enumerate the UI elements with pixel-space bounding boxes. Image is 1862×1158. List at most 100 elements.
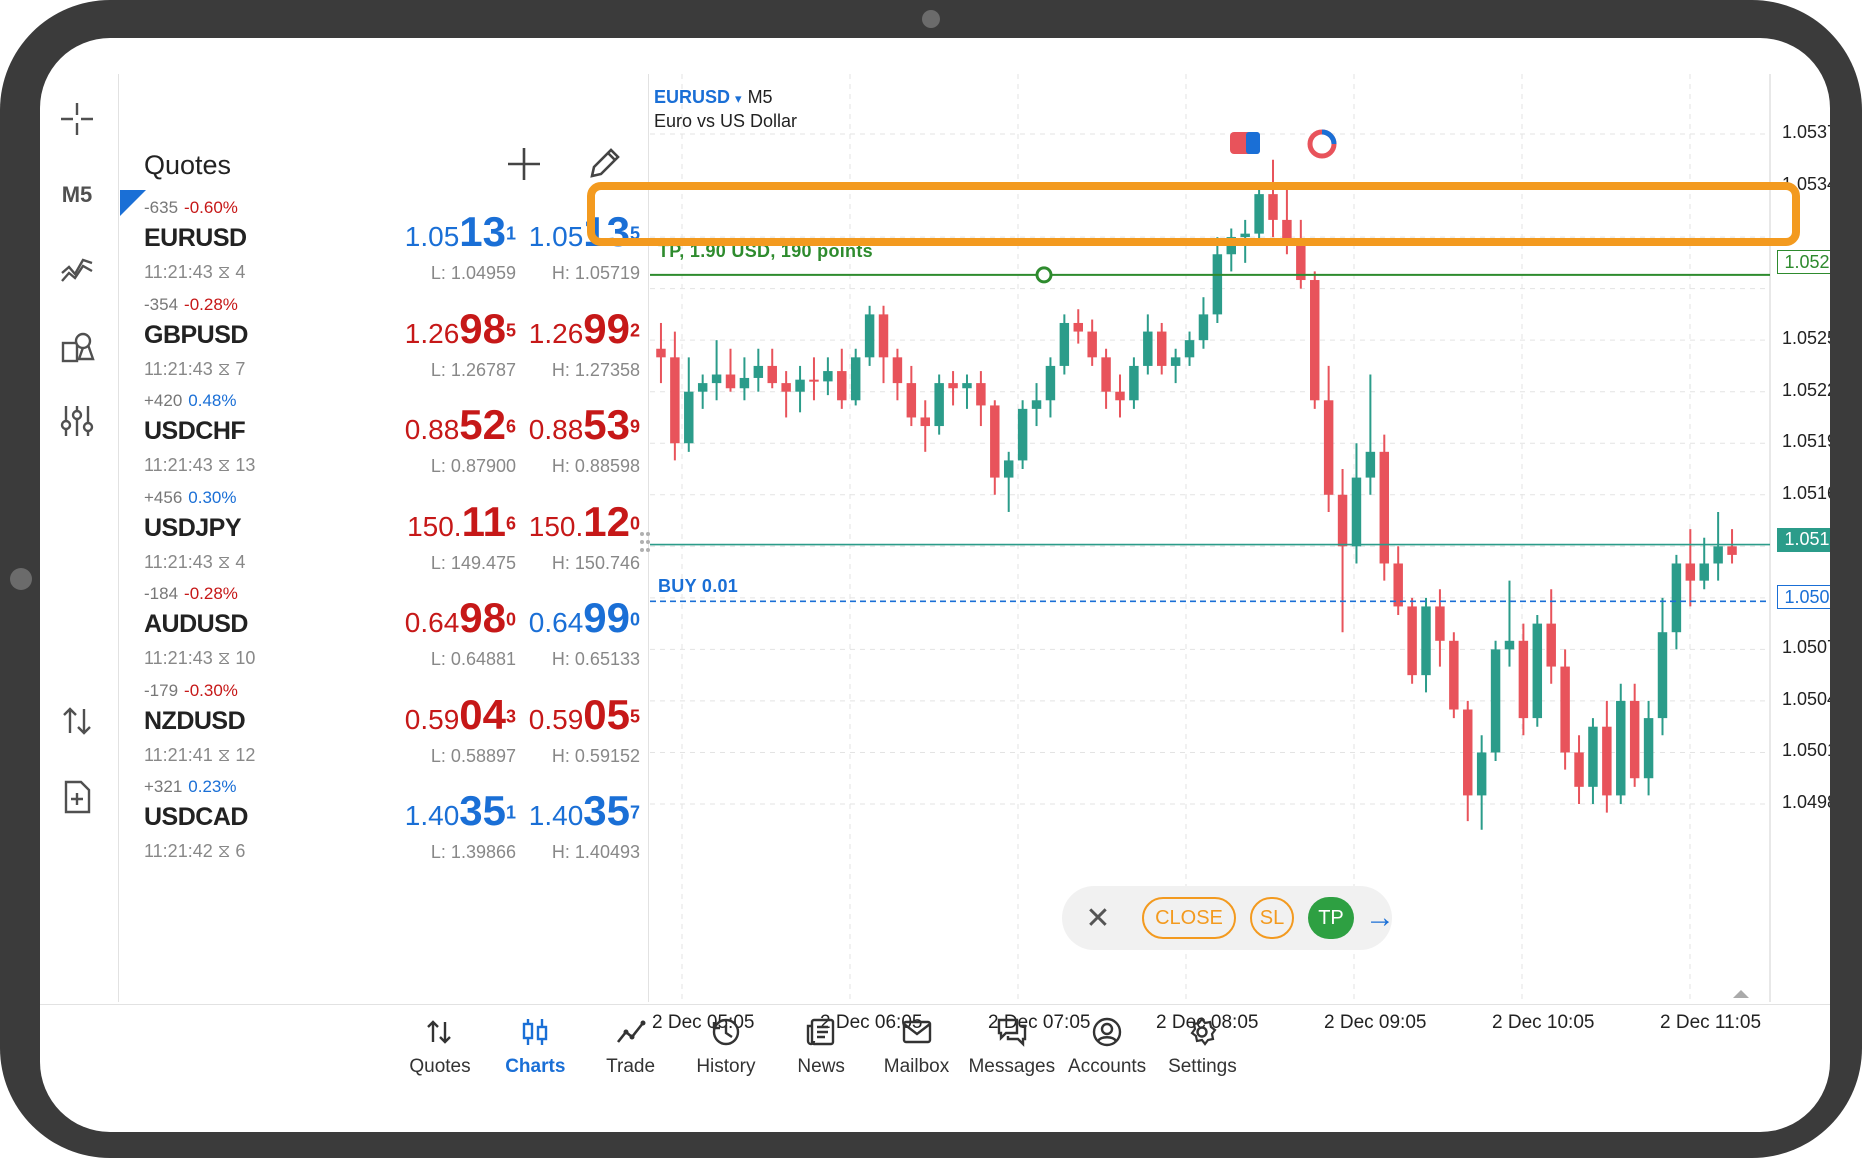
- nav-accounts[interactable]: Accounts: [1052, 1016, 1162, 1096]
- x-tick-label: 2 Dec 09:05: [1324, 1012, 1427, 1033]
- candle-body: [1449, 640, 1459, 710]
- close-icon[interactable]: ✕: [1080, 897, 1116, 939]
- close-position-button[interactable]: CLOSE: [1142, 897, 1236, 939]
- quote-high: H: 0.88598: [551, 456, 640, 476]
- chart-symbol-title[interactable]: EURUSD ▾ M5: [654, 87, 773, 108]
- nav-charts[interactable]: Charts: [480, 1016, 590, 1096]
- ask-price-pips: 99: [583, 304, 630, 352]
- quote-row-usdcad[interactable]: +321 0.23% USDCAD 11:21:42 ⧖ 6 1.40351 1.4035…: [120, 777, 650, 892]
- nav-messages[interactable]: Messages: [957, 1016, 1067, 1096]
- candle-body: [1546, 623, 1556, 667]
- chart-symbol: EURUSD: [654, 87, 731, 107]
- candle-body: [1504, 640, 1515, 650]
- candle-body: [1101, 357, 1111, 392]
- quote-high: H: 1.40493: [551, 842, 640, 862]
- candle-body: [697, 383, 708, 392]
- home-button[interactable]: [10, 568, 32, 590]
- bid-price-fraction: 0: [505, 609, 516, 630]
- quote-change-points: -184: [144, 584, 179, 603]
- nav-history[interactable]: History: [671, 1016, 781, 1096]
- bid-price-pips: 52: [459, 401, 506, 448]
- candle-body: [781, 383, 791, 392]
- quote-low: L: 149.475: [430, 552, 516, 573]
- quote-change-percent: -0.28%: [184, 584, 238, 603]
- quote-change-percent: -0.28%: [184, 294, 238, 314]
- ask-price: 0.59055: [529, 691, 640, 739]
- y-tick-label: 1.05160: [1782, 482, 1830, 503]
- x-tick-label: 2 Dec 11:05: [1660, 1012, 1762, 1033]
- bid-price-fraction: 6: [505, 416, 516, 437]
- candle-body: [962, 383, 972, 389]
- accounts-icon: [1092, 1017, 1122, 1047]
- settings-sliders-icon[interactable]: [52, 396, 102, 446]
- candle-body: [1435, 606, 1445, 641]
- bid-price: 1.40351: [405, 787, 516, 835]
- candle-body: [725, 374, 736, 389]
- candle-body: [1310, 280, 1320, 401]
- crosshair-icon[interactable]: [52, 94, 102, 144]
- quote-symbol: EURUSD: [144, 224, 247, 252]
- quote-time: 11:21:43 ⧖ 7: [144, 358, 246, 379]
- bid-price-fraction: 3: [505, 706, 516, 727]
- quote-symbol: USDJPY: [144, 513, 242, 542]
- quote-low: L: 0.64881: [430, 649, 516, 669]
- quote-time: 11:21:43 ⧖ 4: [144, 262, 246, 282]
- nav-label: Charts: [505, 1056, 566, 1077]
- timeframe-label: M5: [61, 182, 93, 207]
- bid-price: 0.88526: [405, 401, 516, 449]
- timeframe-button[interactable]: M5: [52, 170, 102, 220]
- candle-body: [1129, 365, 1139, 401]
- candle-body: [1643, 718, 1654, 779]
- candle-body: [1713, 546, 1723, 564]
- candle-body: [1115, 391, 1125, 401]
- bid-price-prefix: 1.26: [404, 317, 460, 349]
- arrow-right-icon[interactable]: →: [1360, 897, 1400, 939]
- objects-icon[interactable]: [52, 322, 102, 372]
- quote-time: 11:21:41 ⧖ 12: [144, 744, 256, 765]
- quote-high: H: 0.65133: [551, 649, 640, 669]
- candle-body: [1337, 494, 1348, 547]
- quote-change-points: -354: [144, 294, 179, 314]
- y-tick-label: 1.05370: [1782, 122, 1830, 142]
- ask-price: 1.40357: [529, 787, 640, 835]
- quote-time: 11:21:42 ⧖ 6: [144, 841, 246, 861]
- quote-symbol: AUDUSD: [144, 610, 248, 638]
- candle-body: [1602, 726, 1612, 796]
- bottom-nav-divider: [40, 1004, 1830, 1005]
- nav-quotes[interactable]: Quotes: [385, 1016, 495, 1096]
- new-order-icon[interactable]: [52, 772, 102, 822]
- stop-loss-button[interactable]: SL: [1250, 897, 1294, 939]
- candle-body: [1421, 606, 1431, 676]
- bid-price-fraction: 1: [505, 802, 516, 823]
- one-click-trading-icon[interactable]: [52, 696, 102, 746]
- settings-icon: [1190, 1017, 1217, 1046]
- bid-price-prefix: 150.: [407, 510, 462, 542]
- indicators-icon[interactable]: [52, 246, 102, 296]
- y-tick-label: 1.05040: [1782, 688, 1830, 709]
- bid-price: 150.116: [407, 498, 516, 546]
- candle-body: [850, 357, 861, 401]
- pencil-icon: [590, 148, 620, 178]
- nav-label: Accounts: [1068, 1056, 1147, 1077]
- nav-mailbox[interactable]: Mailbox: [862, 1016, 972, 1096]
- quote-change-points: -179: [144, 680, 179, 700]
- edit-symbols-button[interactable]: [584, 144, 624, 184]
- candle-body: [1685, 563, 1696, 581]
- candle-body: [837, 371, 847, 401]
- y-tick-label: 1.05220: [1782, 379, 1830, 400]
- candle-body: [739, 377, 750, 389]
- candle-body: [1476, 752, 1487, 796]
- candle-body: [906, 383, 917, 418]
- ask-price-fraction: 7: [629, 802, 640, 823]
- bid-price-fraction: 1: [505, 223, 516, 244]
- chart-symbol-description: Euro vs US Dollar: [654, 111, 798, 131]
- nav-trade[interactable]: Trade: [576, 1016, 686, 1096]
- quote-change-points: -635: [144, 198, 179, 217]
- candle-body: [1393, 563, 1403, 607]
- quote-change-points: +321: [144, 777, 183, 796]
- bid-price: 0.64980: [405, 594, 516, 642]
- nav-settings[interactable]: Settings: [1147, 1016, 1257, 1096]
- add-symbol-button[interactable]: [504, 144, 544, 184]
- nav-news[interactable]: News: [766, 1016, 876, 1096]
- take-profit-button[interactable]: TP: [1308, 897, 1354, 939]
